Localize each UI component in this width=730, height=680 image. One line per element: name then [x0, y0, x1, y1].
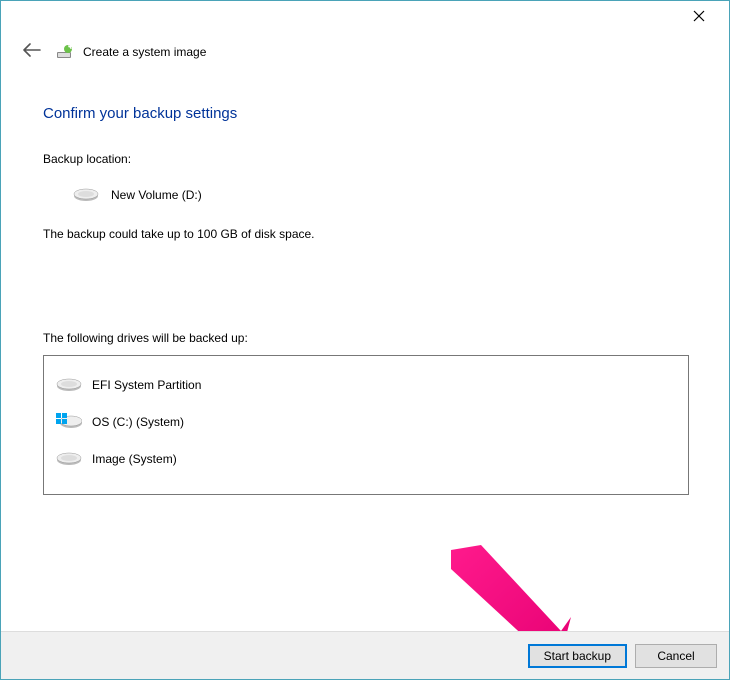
drives-list-label: The following drives will be backed up:: [43, 331, 689, 345]
list-item: Image (System): [52, 440, 680, 477]
back-arrow-icon: [23, 43, 41, 57]
window-title: Create a system image: [83, 45, 206, 59]
content-area: Confirm your backup settings Backup loca…: [1, 70, 729, 495]
page-heading: Confirm your backup settings: [43, 105, 689, 122]
backup-location-row: New Volume (D:): [73, 184, 689, 205]
header-row: Create a system image: [1, 39, 729, 70]
close-button[interactable]: [679, 3, 719, 29]
list-item-label: Image (System): [92, 452, 177, 466]
backup-location-value: New Volume (D:): [111, 188, 202, 202]
drives-list: EFI System Partition OS (C:) (System): [43, 355, 689, 495]
list-item: OS (C:) (System): [52, 403, 680, 440]
list-item-label: OS (C:) (System): [92, 415, 184, 429]
list-item: EFI System Partition: [52, 366, 680, 403]
hdd-icon: [73, 184, 99, 205]
backup-location-label: Backup location:: [43, 152, 689, 166]
cancel-button[interactable]: Cancel: [635, 644, 717, 668]
footer-bar: Start backup Cancel: [1, 631, 729, 679]
list-item-label: EFI System Partition: [92, 378, 201, 392]
hdd-icon: [56, 448, 82, 469]
start-backup-button[interactable]: Start backup: [528, 644, 627, 668]
titlebar: [1, 1, 729, 39]
back-button[interactable]: [19, 39, 45, 64]
app-icon: [55, 43, 73, 61]
windows-hdd-icon: [56, 411, 82, 432]
hdd-icon: [56, 374, 82, 395]
close-icon: [693, 10, 705, 22]
disk-space-notice: The backup could take up to 100 GB of di…: [43, 227, 689, 241]
